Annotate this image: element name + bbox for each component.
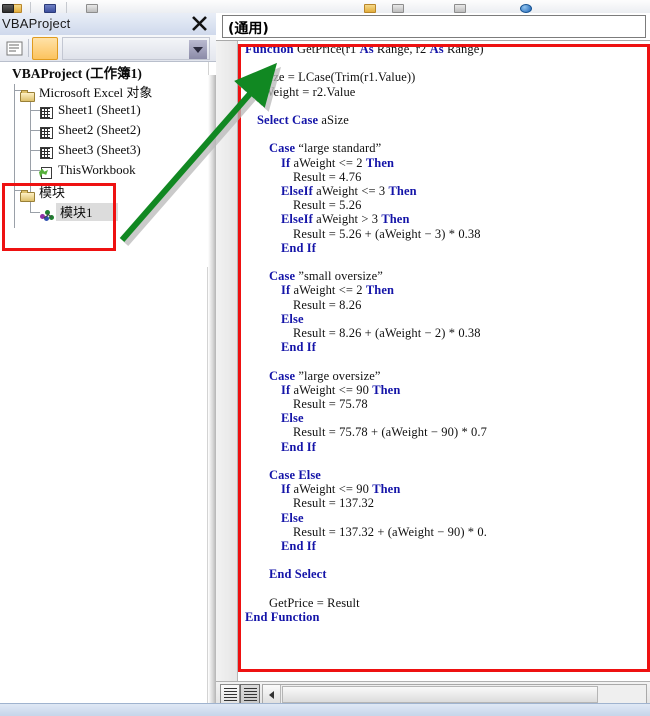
code-line: Function GetPrice(r1 As Range, r2 As Ran… (245, 42, 484, 56)
dropdown-icon[interactable] (189, 40, 207, 59)
properties-icon[interactable] (362, 0, 378, 13)
procedure-view-icon[interactable] (220, 684, 240, 705)
project-explorer-pane: VBAProject VBAProject (工作簿1) Microsoft E… (0, 13, 216, 716)
code-line: GetPrice = Result (269, 595, 360, 610)
project-explorer-scroll-strip[interactable] (62, 37, 210, 60)
tree-connector (30, 150, 40, 151)
code-line: End If (281, 240, 316, 255)
immediate-window-icon[interactable] (0, 0, 16, 13)
code-line: Case Else (269, 468, 321, 482)
project-icon (4, 71, 8, 83)
code-margin-indicator-bar (216, 41, 238, 681)
tree-item-excel-objects[interactable]: Microsoft Excel 对象 (20, 84, 152, 103)
code-line: Case ”large oversize” (269, 368, 381, 383)
tree-item-sheet3[interactable]: Sheet3 (Sheet3) (40, 142, 141, 160)
vba-module-icon[interactable] (42, 0, 58, 13)
scroll-left-icon[interactable] (263, 685, 281, 704)
code-line: aSize = LCase(Trim(r1.Value)) (257, 70, 416, 85)
code-line: Result = 137.32 + (aWeight − 90) * 0. (293, 524, 487, 539)
tree-connector (30, 170, 40, 171)
code-window: (通用) Function GetPrice(r1 As Range, r2 A… (216, 13, 650, 716)
taskbar (0, 703, 650, 716)
help-icon[interactable] (518, 0, 534, 13)
object-dropdown-value: (通用) (228, 21, 269, 37)
code-line: End If (281, 439, 316, 454)
vba-editor-window: VBAProject VBAProject (工作簿1) Microsoft E… (0, 0, 650, 716)
code-line: Result = 8.26 (293, 297, 362, 312)
code-line: Result = 75.78 (293, 397, 368, 411)
project-explorer-titlebar: VBAProject (0, 13, 216, 35)
tree-item-sheet2[interactable]: Sheet2 (Sheet2) (40, 122, 141, 140)
code-line: If aWeight <= 2 Then (281, 155, 395, 170)
folder-icon (20, 90, 35, 103)
code-line: Else (281, 411, 304, 426)
watch-icon[interactable] (390, 0, 406, 13)
toggle-folders-icon[interactable] (32, 37, 58, 60)
horizontal-scrollbar[interactable] (262, 684, 647, 705)
tree-item-thisworkbook[interactable]: ThisWorkbook (39, 162, 136, 180)
tree-item-sheet1[interactable]: Sheet1 (Sheet1) (40, 102, 141, 120)
close-icon[interactable] (190, 14, 210, 33)
scrollbar-thumb[interactable] (282, 686, 598, 703)
code-line: Result = 8.26 + (aWeight − 2) * 0.38 (293, 326, 481, 340)
tree-connector (30, 110, 40, 111)
code-line: ElseIf aWeight > 3 Then (281, 212, 410, 227)
modules-highlight-box (2, 183, 116, 251)
tree-connector (30, 100, 31, 190)
code-line: Result = 137.32 (293, 496, 375, 511)
code-line: Else (281, 311, 304, 326)
code-line: If aWeight <= 90 Then (281, 382, 401, 397)
pane-splitter[interactable] (208, 75, 216, 716)
main-toolbar (0, 0, 650, 13)
sheet-icon (40, 146, 54, 160)
code-line: End Select (269, 567, 327, 582)
code-line: If aWeight <= 90 Then (281, 482, 401, 497)
toolbar-separator (66, 2, 67, 13)
code-line: Case ”small oversize” (269, 269, 383, 284)
code-line: Else (281, 510, 304, 525)
form-icon[interactable] (84, 0, 100, 13)
object-dropdown[interactable]: (通用) (222, 15, 646, 38)
code-text-area[interactable]: Function GetPrice(r1 As Range, r2 As Ran… (239, 41, 650, 681)
code-line: Case “large standard” (269, 141, 382, 156)
project-tree-empty-area (0, 267, 208, 716)
code-window-header: (通用) (216, 13, 650, 41)
tree-connector (30, 130, 40, 131)
code-line: Select Case aSize (257, 113, 349, 127)
view-code-icon[interactable] (4, 38, 26, 59)
code-line: End Function (245, 610, 320, 624)
tree-item-vbaproject[interactable]: VBAProject (工作簿1) (4, 64, 142, 84)
workbook-icon (39, 166, 54, 180)
code-line: If aWeight <= 2 Then (281, 283, 395, 298)
locals-window-icon[interactable] (452, 0, 468, 13)
code-line: Result = 5.26 (293, 198, 362, 213)
sheet-icon (40, 126, 54, 140)
project-explorer-title: VBAProject (2, 16, 71, 31)
code-line: Result = 4.76 (293, 169, 362, 184)
project-explorer-toolbar (0, 35, 216, 62)
code-line: End If (281, 539, 316, 553)
full-module-view-icon[interactable] (240, 684, 260, 705)
sheet-icon (40, 106, 54, 120)
toolbar-separator (30, 2, 31, 13)
toolbar-separator (28, 39, 29, 57)
code-line: Result = 5.26 + (aWeight − 3) * 0.38 (293, 226, 481, 241)
code-line: ElseIf aWeight <= 3 Then (281, 184, 417, 198)
code-line: aWeight = r2.Value (257, 84, 356, 99)
code-line: Result = 75.78 + (aWeight − 90) * 0.7 (293, 425, 487, 440)
code-line: End If (281, 340, 316, 355)
